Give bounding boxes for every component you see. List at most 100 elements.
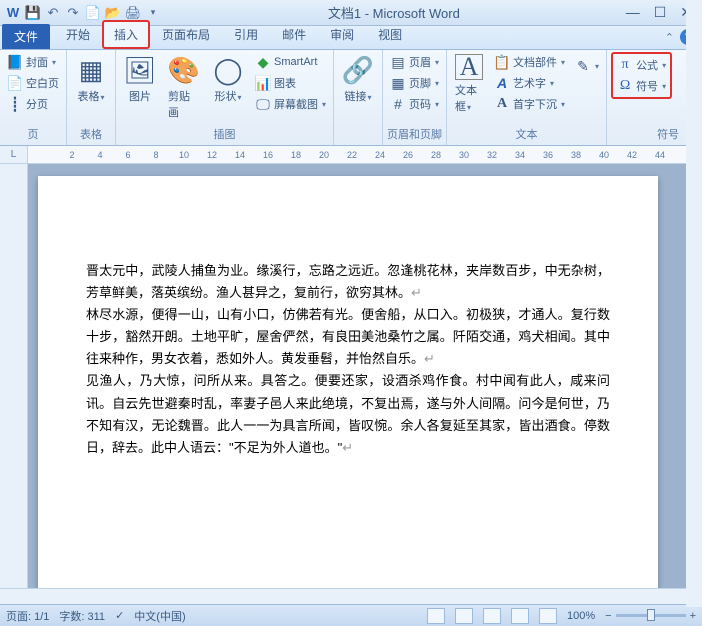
equation-button[interactable]: π公式▾ [614,55,669,75]
new-icon[interactable]: 📄 [84,4,102,22]
ribbon-tabs: 文件 开始 插入 页面布局 引用 邮件 审阅 视图 ⌃ ? [0,26,702,50]
dropcap-button[interactable]: A首字下沉▾ [491,94,568,114]
table-icon: ▦ [75,54,107,86]
zoom-out-button[interactable]: − [605,610,611,622]
shapes-button[interactable]: ◯形状▾ [208,52,248,106]
minimize-ribbon-icon[interactable]: ⌃ [665,31,674,44]
tab-review[interactable]: 审阅 [318,20,366,49]
language-indicator[interactable]: 中文(中国) [134,608,185,624]
open-icon[interactable]: 📂 [104,4,122,22]
signature-icon: ✎ [575,58,591,74]
symbol-button[interactable]: Ω符号▾ [614,76,669,96]
chart-button[interactable]: 📊图表 [252,73,329,93]
group-pages: 📘封面▾ 📄空白页 ┋分页 页 [0,50,67,145]
zoom-thumb[interactable] [647,609,655,621]
link-button[interactable]: 🔗链接▾ [338,52,378,106]
zoom-control: − + [605,610,696,622]
quickparts-icon: 📋 [494,54,510,70]
clipart-button[interactable]: 🎨剪贴画 [164,52,204,122]
page-number-button[interactable]: #页码▾ [387,94,442,114]
vertical-scrollbar[interactable] [686,0,702,607]
page[interactable]: 晋太元中，武陵人捕鱼为业。缘溪行，忘路之远近。忽逢桃花林，夹岸数百步，中无杂树，… [38,176,658,588]
paragraph[interactable]: 见渔人，乃大惊，问所从来。具答之。便要还家，设酒杀鸡作食。村中闻有此人，咸来问讯… [86,370,610,458]
symbols-highlight: π公式▾ Ω符号▾ [611,52,672,99]
undo-icon[interactable]: ↶ [44,4,62,22]
quick-access-toolbar: W 💾 ↶ ↷ 📄 📂 🖨 ▾ [4,4,162,22]
table-button[interactable]: ▦ 表格▾ [71,52,111,106]
paragraph[interactable]: 林尽水源，便得一山，山有小口，仿佛若有光。便舍船，从口入。初极狭，才通人。复行数… [86,304,610,370]
tab-insert[interactable]: 插入 [102,20,150,49]
status-bar: 页面: 1/1 字数: 311 ✓ 中文(中国) 100% − + [0,604,702,626]
maximize-button[interactable]: ☐ [654,4,667,21]
footer-button[interactable]: ▦页脚▾ [387,73,442,93]
blank-page-button[interactable]: 📄空白页 [4,73,62,93]
tab-view[interactable]: 视图 [366,20,414,49]
blank-icon: 📄 [7,75,23,91]
zoom-slider[interactable] [616,614,686,617]
page-indicator[interactable]: 页面: 1/1 [6,608,49,624]
header-button[interactable]: ▤页眉▾ [387,52,442,72]
page-break-button[interactable]: ┋分页 [4,94,62,114]
redo-icon[interactable]: ↷ [64,4,82,22]
cover-icon: 📘 [7,54,23,70]
picture-button[interactable]: 🖼图片 [120,52,160,106]
wordart-icon: A [494,75,510,91]
ribbon: 📘封面▾ 📄空白页 ┋分页 页 ▦ 表格▾ 表格 🖼图片 🎨剪贴画 ◯形状▾ ◆… [0,50,702,146]
view-full-screen[interactable] [455,608,473,624]
spell-check-icon[interactable]: ✓ [115,609,124,622]
group-label: 插图 [120,125,329,143]
view-print-layout[interactable] [427,608,445,624]
view-outline[interactable] [511,608,529,624]
screenshot-button[interactable]: 🖵屏幕截图▾ [252,94,329,114]
chart-icon: 📊 [255,75,271,91]
pagenum-icon: # [390,96,406,112]
tab-file[interactable]: 文件 [2,24,50,49]
zoom-level[interactable]: 100% [567,610,595,622]
word-count[interactable]: 字数: 311 [59,608,105,624]
group-header-footer: ▤页眉▾ ▦页脚▾ #页码▾ 页眉和页脚 [383,50,447,145]
view-draft[interactable] [539,608,557,624]
group-links: 🔗链接▾ [334,50,383,145]
signature-line-button[interactable]: ✎▾ [572,56,602,76]
page-scroll[interactable]: 晋太元中，武陵人捕鱼为业。缘溪行，忘路之远近。忽逢桃花林，夹岸数百步，中无杂树，… [28,164,702,588]
zoom-in-button[interactable]: + [690,610,696,622]
group-label: 文本 [451,125,602,143]
quickparts-button[interactable]: 📋文档部件▾ [491,52,568,72]
group-label: 页 [4,125,62,143]
tab-references[interactable]: 引用 [222,20,270,49]
textbox-button[interactable]: A文本框▾ [451,52,487,116]
wordart-button[interactable]: A艺术字▾ [491,73,568,93]
ruler-row: L 24681012141618202224262830323436384042… [0,146,702,164]
document-area: 晋太元中，武陵人捕鱼为业。缘溪行，忘路之远近。忽逢桃花林，夹岸数百步，中无杂树，… [0,164,702,588]
link-icon: 🔗 [342,54,374,86]
horizontal-scrollbar[interactable] [0,588,702,604]
paragraph[interactable]: 晋太元中，武陵人捕鱼为业。缘溪行，忘路之远近。忽逢桃花林，夹岸数百步，中无杂树，… [86,260,610,304]
picture-icon: 🖼 [124,54,156,86]
smartart-button[interactable]: ◆SmartArt [252,52,329,72]
group-label [338,141,378,143]
cover-page-button[interactable]: 📘封面▾ [4,52,62,72]
view-web-layout[interactable] [483,608,501,624]
qat-more-icon[interactable]: ▾ [144,4,162,22]
horizontal-ruler[interactable]: 2468101214161820222426283032343638404244 [28,146,702,163]
pi-icon: π [617,57,633,73]
header-icon: ▤ [390,54,406,70]
tab-page-layout[interactable]: 页面布局 [150,20,222,49]
group-text: A文本框▾ 📋文档部件▾ A艺术字▾ A首字下沉▾ ✎▾ 文本 [447,50,607,145]
tab-home[interactable]: 开始 [54,20,102,49]
print-icon[interactable]: 🖨 [124,4,142,22]
omega-icon: Ω [617,78,633,94]
smartart-icon: ◆ [255,54,271,70]
group-label: 表格 [71,125,111,143]
footer-icon: ▦ [390,75,406,91]
group-label: 页眉和页脚 [387,125,442,143]
dropcap-icon: A [494,96,510,112]
minimize-button[interactable]: — [626,4,640,21]
group-tables: ▦ 表格▾ 表格 [67,50,116,145]
vertical-ruler[interactable] [0,164,28,588]
tab-mailings[interactable]: 邮件 [270,20,318,49]
save-icon[interactable]: 💾 [24,4,42,22]
word-menu-icon[interactable]: W [4,4,22,22]
ruler-marks: 2468101214161820222426283032343638404244 [58,150,674,160]
tab-selector[interactable]: L [0,146,28,163]
